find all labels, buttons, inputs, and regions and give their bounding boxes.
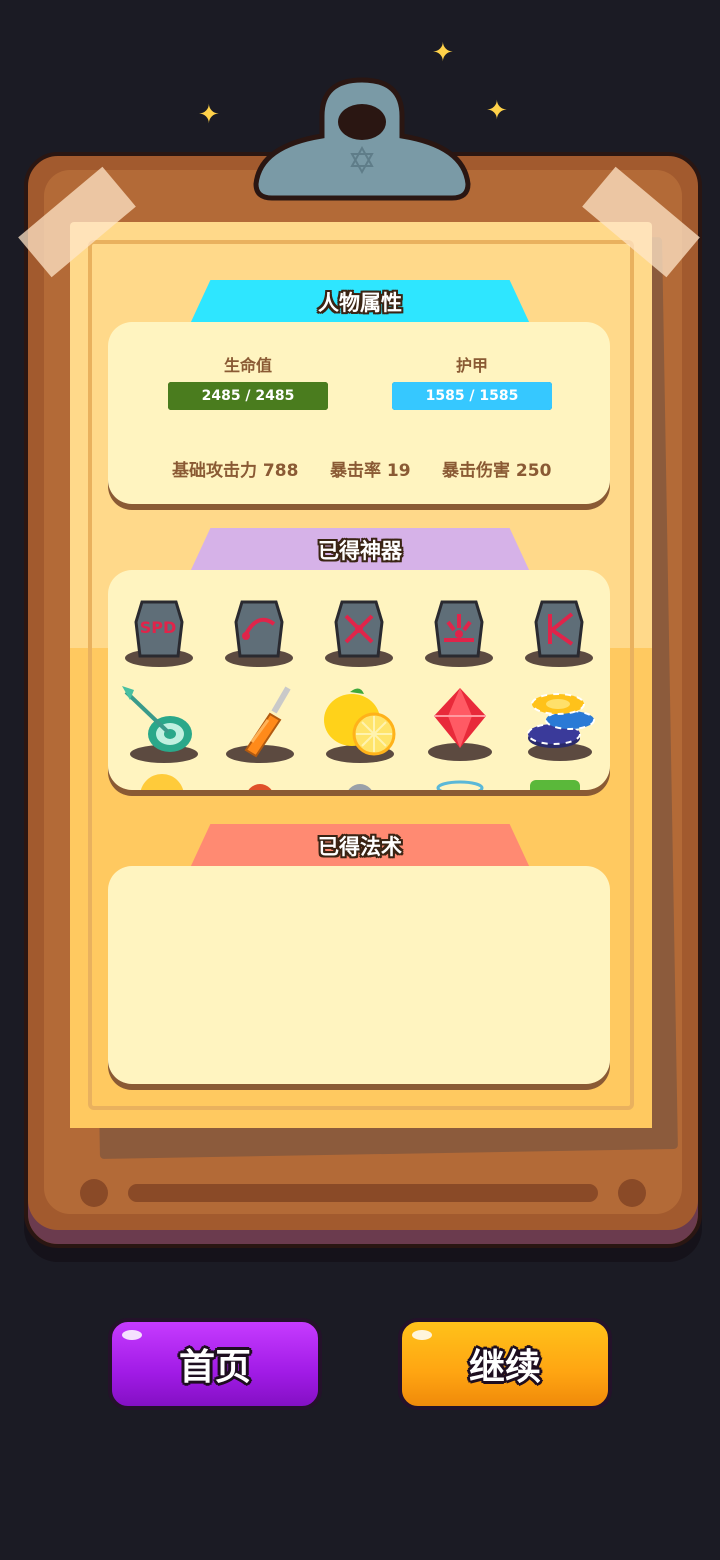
hp-value: 2485 / 2485 <box>201 388 295 404</box>
k-rune-stone-icon[interactable] <box>514 582 604 672</box>
continue-button[interactable]: 继续 <box>398 1318 612 1410</box>
armor-label: 护甲 <box>455 356 488 375</box>
cross-arrows-rune-stone-icon[interactable] <box>314 582 404 672</box>
red-gem-icon[interactable] <box>416 676 506 766</box>
tab-spells: 已得法术 <box>190 824 530 868</box>
screwdriver-icon[interactable] <box>216 676 306 766</box>
artifacts-grid[interactable]: SPD <box>108 570 610 790</box>
armor-value: 1585 / 1585 <box>425 388 519 404</box>
poker-chips-icon[interactable] <box>516 676 606 766</box>
sparkle-icon: ✦ <box>486 96 508 126</box>
home-button[interactable]: 首页 <box>108 1318 322 1410</box>
crit-rate-stat: 暴击率 19 <box>330 461 411 481</box>
artifact-partial-icon[interactable] <box>316 768 406 790</box>
sparkle-icon: ✦ <box>198 100 220 130</box>
stats-card: 生命值 2485 / 2485 护甲 1585 / 1585 基础攻击力 788… <box>108 322 610 504</box>
dart-target-icon[interactable] <box>116 676 206 766</box>
continue-button-label: 继续 <box>468 1347 541 1388</box>
attack-stat: 基础攻击力 788 <box>172 461 299 481</box>
lemon-icon[interactable] <box>316 676 406 766</box>
clipboard-clip-icon <box>253 77 471 201</box>
artifact-partial-icon[interactable] <box>216 768 306 790</box>
tab-artifacts: 已得神器 <box>190 528 530 572</box>
armor-bar: 1585 / 1585 <box>392 382 552 410</box>
sparkle-icon: ✦ <box>432 38 454 68</box>
artifact-partial-icon[interactable] <box>116 768 206 790</box>
hp-bar: 2485 / 2485 <box>168 382 328 410</box>
tab-stats: 人物属性 <box>190 280 530 324</box>
home-button-label: 首页 <box>178 1347 251 1388</box>
artifact-rune-label: SPD <box>140 618 177 637</box>
artifact-partial-icon[interactable] <box>516 768 606 790</box>
crit-damage-stat: 暴击伤害 250 <box>442 461 552 481</box>
button-shine <box>412 1330 432 1340</box>
button-shine <box>122 1330 142 1340</box>
spells-card <box>108 866 610 1084</box>
hp-label: 生命值 <box>223 356 272 375</box>
arc-rune-stone-icon[interactable] <box>214 582 304 672</box>
artifacts-card: SPD <box>108 570 610 790</box>
artifact-partial-icon[interactable] <box>416 768 506 790</box>
burst-rune-stone-icon[interactable] <box>414 582 504 672</box>
speed-rune-stone-icon[interactable]: SPD <box>114 582 204 672</box>
